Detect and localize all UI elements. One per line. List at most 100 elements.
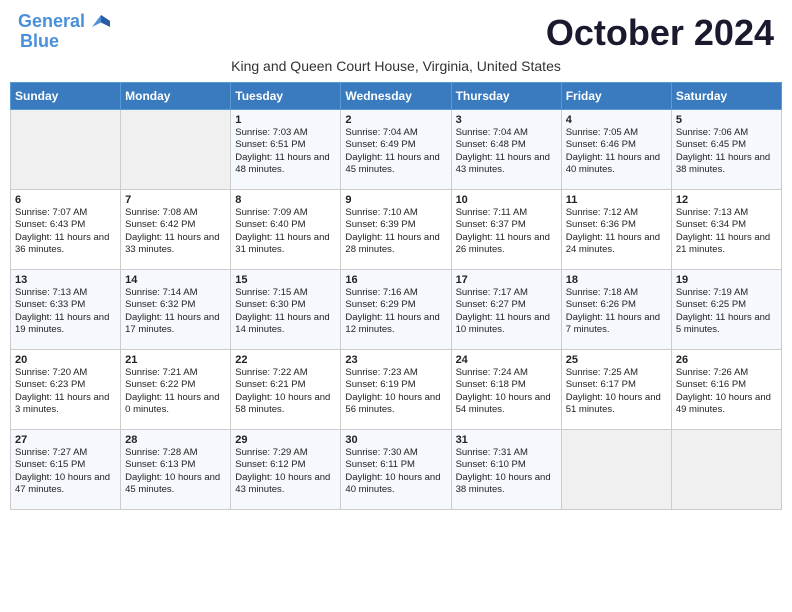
cell-text: Sunset: 6:27 PM — [456, 299, 557, 311]
cell-text: Sunrise: 7:18 AM — [566, 287, 667, 299]
cell-text: Daylight: 11 hours and 21 minutes. — [676, 232, 777, 257]
day-number: 13 — [15, 274, 116, 286]
day-number: 30 — [345, 434, 446, 446]
cell-text: Sunset: 6:23 PM — [15, 379, 116, 391]
day-number: 2 — [345, 114, 446, 126]
day-number: 10 — [456, 194, 557, 206]
day-number: 14 — [125, 274, 226, 286]
cell-text: Sunrise: 7:26 AM — [676, 367, 777, 379]
cell-text: Sunrise: 7:03 AM — [235, 127, 336, 139]
cell-text: Daylight: 11 hours and 24 minutes. — [566, 232, 667, 257]
cell-text: Sunrise: 7:08 AM — [125, 207, 226, 219]
header-row: SundayMondayTuesdayWednesdayThursdayFrid… — [11, 83, 782, 110]
calendar-cell: 11Sunrise: 7:12 AMSunset: 6:36 PMDayligh… — [561, 190, 671, 270]
cell-text: Daylight: 10 hours and 43 minutes. — [235, 472, 336, 497]
cell-text: Sunrise: 7:28 AM — [125, 447, 226, 459]
calendar-cell — [121, 110, 231, 190]
calendar-cell: 2Sunrise: 7:04 AMSunset: 6:49 PMDaylight… — [341, 110, 451, 190]
cell-text: Sunset: 6:33 PM — [15, 299, 116, 311]
week-row-1: 6Sunrise: 7:07 AMSunset: 6:43 PMDaylight… — [11, 190, 782, 270]
logo-text: General — [18, 12, 110, 32]
day-number: 22 — [235, 354, 336, 366]
calendar-cell: 23Sunrise: 7:23 AMSunset: 6:19 PMDayligh… — [341, 350, 451, 430]
cell-text: Sunset: 6:18 PM — [456, 379, 557, 391]
cell-text: Daylight: 11 hours and 3 minutes. — [15, 392, 116, 417]
cell-text: Sunset: 6:36 PM — [566, 219, 667, 231]
cell-text: Sunrise: 7:11 AM — [456, 207, 557, 219]
cell-text: Daylight: 10 hours and 56 minutes. — [345, 392, 446, 417]
calendar-wrapper: SundayMondayTuesdayWednesdayThursdayFrid… — [0, 82, 792, 520]
cell-text: Sunrise: 7:19 AM — [676, 287, 777, 299]
day-number: 24 — [456, 354, 557, 366]
calendar-cell: 20Sunrise: 7:20 AMSunset: 6:23 PMDayligh… — [11, 350, 121, 430]
cell-text: Sunset: 6:46 PM — [566, 139, 667, 151]
cell-text: Sunrise: 7:31 AM — [456, 447, 557, 459]
calendar-cell: 14Sunrise: 7:14 AMSunset: 6:32 PMDayligh… — [121, 270, 231, 350]
day-number: 11 — [566, 194, 667, 206]
calendar-cell: 5Sunrise: 7:06 AMSunset: 6:45 PMDaylight… — [671, 110, 781, 190]
cell-text: Sunset: 6:49 PM — [345, 139, 446, 151]
cell-text: Sunset: 6:43 PM — [15, 219, 116, 231]
day-number: 7 — [125, 194, 226, 206]
cell-text: Sunrise: 7:30 AM — [345, 447, 446, 459]
day-header-saturday: Saturday — [671, 83, 781, 110]
cell-text: Sunrise: 7:17 AM — [456, 287, 557, 299]
cell-text: Sunset: 6:19 PM — [345, 379, 446, 391]
day-number: 20 — [15, 354, 116, 366]
cell-text: Daylight: 11 hours and 10 minutes. — [456, 312, 557, 337]
calendar-cell: 22Sunrise: 7:22 AMSunset: 6:21 PMDayligh… — [231, 350, 341, 430]
day-header-monday: Monday — [121, 83, 231, 110]
cell-text: Sunrise: 7:04 AM — [456, 127, 557, 139]
cell-text: Sunset: 6:42 PM — [125, 219, 226, 231]
logo-bird-icon — [92, 15, 110, 27]
subtitle: King and Queen Court House, Virginia, Un… — [0, 58, 792, 82]
day-number: 17 — [456, 274, 557, 286]
cell-text: Sunset: 6:26 PM — [566, 299, 667, 311]
logo-general: General — [18, 11, 85, 31]
cell-text: Daylight: 11 hours and 19 minutes. — [15, 312, 116, 337]
cell-text: Daylight: 10 hours and 45 minutes. — [125, 472, 226, 497]
cell-text: Daylight: 11 hours and 48 minutes. — [235, 152, 336, 177]
cell-text: Sunset: 6:16 PM — [676, 379, 777, 391]
day-number: 29 — [235, 434, 336, 446]
cell-text: Sunset: 6:51 PM — [235, 139, 336, 151]
calendar-cell: 28Sunrise: 7:28 AMSunset: 6:13 PMDayligh… — [121, 430, 231, 510]
page-header: General Blue October 2024 — [0, 0, 792, 58]
calendar-table: SundayMondayTuesdayWednesdayThursdayFrid… — [10, 82, 782, 510]
calendar-cell: 17Sunrise: 7:17 AMSunset: 6:27 PMDayligh… — [451, 270, 561, 350]
calendar-cell: 15Sunrise: 7:15 AMSunset: 6:30 PMDayligh… — [231, 270, 341, 350]
logo: General Blue — [18, 12, 110, 52]
cell-text: Sunrise: 7:13 AM — [676, 207, 777, 219]
cell-text: Sunset: 6:29 PM — [345, 299, 446, 311]
title-block: October 2024 — [546, 12, 774, 54]
cell-text: Sunset: 6:13 PM — [125, 459, 226, 471]
day-number: 12 — [676, 194, 777, 206]
cell-text: Sunset: 6:45 PM — [676, 139, 777, 151]
calendar-cell: 10Sunrise: 7:11 AMSunset: 6:37 PMDayligh… — [451, 190, 561, 270]
cell-text: Daylight: 10 hours and 51 minutes. — [566, 392, 667, 417]
cell-text: Daylight: 11 hours and 17 minutes. — [125, 312, 226, 337]
cell-text: Sunrise: 7:25 AM — [566, 367, 667, 379]
day-header-thursday: Thursday — [451, 83, 561, 110]
cell-text: Sunset: 6:12 PM — [235, 459, 336, 471]
cell-text: Daylight: 10 hours and 54 minutes. — [456, 392, 557, 417]
cell-text: Daylight: 11 hours and 12 minutes. — [345, 312, 446, 337]
cell-text: Sunrise: 7:05 AM — [566, 127, 667, 139]
cell-text: Daylight: 10 hours and 40 minutes. — [345, 472, 446, 497]
calendar-cell: 30Sunrise: 7:30 AMSunset: 6:11 PMDayligh… — [341, 430, 451, 510]
month-title: October 2024 — [546, 12, 774, 54]
cell-text: Daylight: 11 hours and 7 minutes. — [566, 312, 667, 337]
cell-text: Sunrise: 7:07 AM — [15, 207, 116, 219]
calendar-cell: 18Sunrise: 7:18 AMSunset: 6:26 PMDayligh… — [561, 270, 671, 350]
cell-text: Sunset: 6:30 PM — [235, 299, 336, 311]
cell-text: Sunrise: 7:04 AM — [345, 127, 446, 139]
day-header-tuesday: Tuesday — [231, 83, 341, 110]
calendar-cell: 1Sunrise: 7:03 AMSunset: 6:51 PMDaylight… — [231, 110, 341, 190]
cell-text: Daylight: 10 hours and 58 minutes. — [235, 392, 336, 417]
cell-text: Daylight: 11 hours and 36 minutes. — [15, 232, 116, 257]
cell-text: Daylight: 10 hours and 47 minutes. — [15, 472, 116, 497]
cell-text: Sunset: 6:37 PM — [456, 219, 557, 231]
cell-text: Daylight: 10 hours and 49 minutes. — [676, 392, 777, 417]
cell-text: Daylight: 11 hours and 38 minutes. — [676, 152, 777, 177]
cell-text: Sunrise: 7:27 AM — [15, 447, 116, 459]
